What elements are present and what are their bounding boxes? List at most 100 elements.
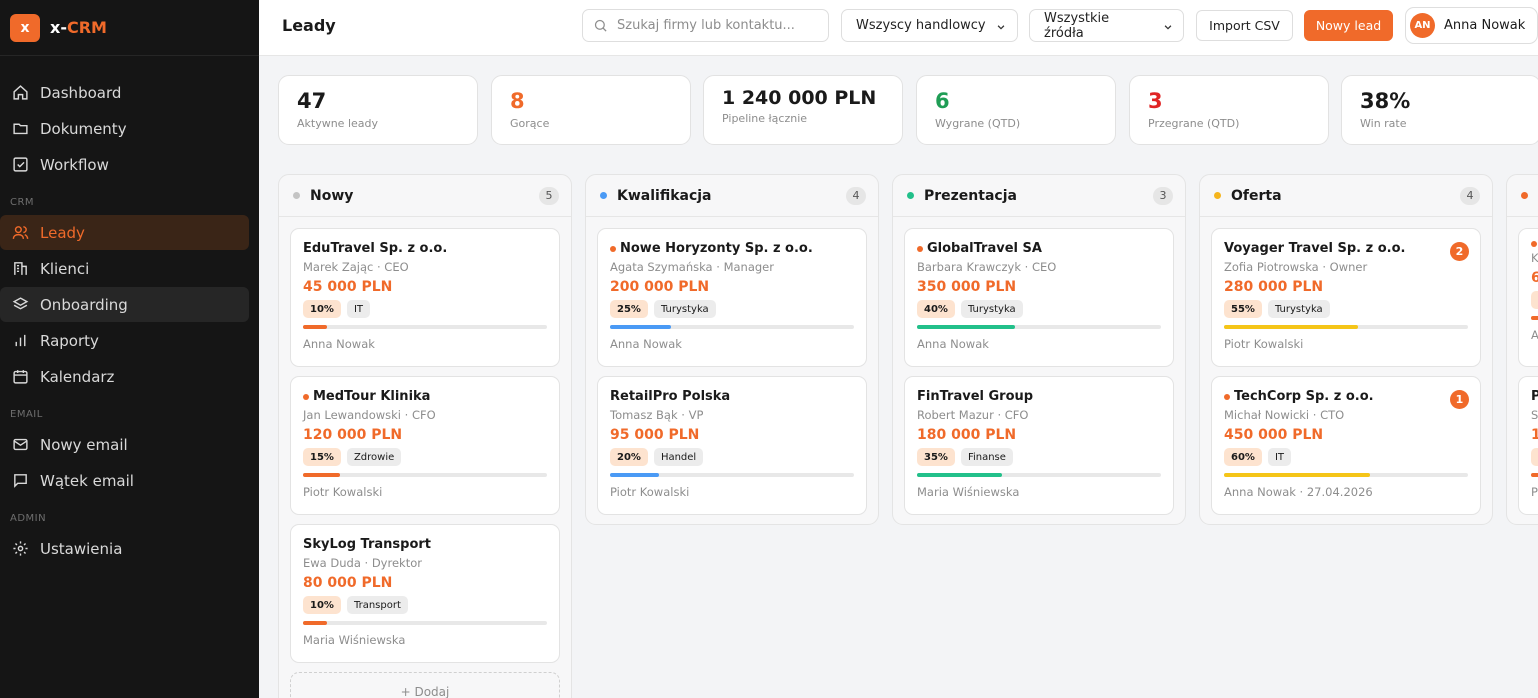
user-name: Anna Nowak xyxy=(1444,18,1526,33)
sidebar-item-label: Wątek email xyxy=(40,471,134,490)
sidebar-item-klienci[interactable]: Klienci xyxy=(10,251,249,286)
hot-indicator xyxy=(1224,393,1230,400)
status-dot xyxy=(1521,192,1528,199)
sidebar-item-label: Dashboard xyxy=(40,83,122,102)
column-count-badge: 3 xyxy=(1153,186,1173,205)
lead-owner: Anna Nowak xyxy=(303,337,375,351)
lead-card[interactable]: GlobalTravel SA Barbara Krawczyk · CEO 3… xyxy=(904,228,1174,367)
probability-tag: 25% xyxy=(610,300,648,318)
home-icon xyxy=(10,83,30,103)
lead-contact: K xyxy=(1531,251,1538,265)
lead-tags: 10% Transport xyxy=(303,596,547,614)
lead-company-name: TechCorp Sp. z o.o. xyxy=(1234,389,1374,404)
lead-contact: Tomasz Bąk · VP xyxy=(610,408,704,422)
probability-tag: 15% xyxy=(303,448,341,466)
lead-company: EduTravel Sp. z o.o. xyxy=(303,241,547,256)
lead-card[interactable]: FinTravel Group Robert Mazur · CFO 180 0… xyxy=(904,376,1174,515)
import-csv-button[interactable]: Import CSV xyxy=(1196,10,1293,41)
notification-badge: 2 xyxy=(1450,242,1469,261)
lead-card[interactable]: EduTravel Sp. z o.o. Marek Zając · CEO 4… xyxy=(290,228,560,367)
stat-value: 8 xyxy=(510,89,525,113)
probability-bar-fill xyxy=(303,325,328,329)
hot-indicator xyxy=(303,393,309,400)
category-tag: Zdrowie xyxy=(346,448,402,466)
lead-company: GlobalTravel SA xyxy=(917,241,1161,256)
probability-bar-fill xyxy=(1224,473,1371,477)
sidebar-item-label: Nowy email xyxy=(40,435,128,454)
column-body: Voyager Travel Sp. z o.o. Zofia Piotrows… xyxy=(1200,217,1492,515)
notification-badge: 1 xyxy=(1450,390,1469,409)
sidebar-item-leady[interactable]: Leady xyxy=(0,215,249,250)
brand-logo: x xyxy=(10,13,40,42)
lead-contact: Agata Szymańska · Manager xyxy=(610,260,774,274)
stats-row: 47 Aktywne leady 8 Gorące 1 240 000 PLN … xyxy=(278,75,1538,145)
lead-tags: 25% Turystyka xyxy=(610,300,854,318)
lead-tags xyxy=(1531,448,1538,466)
lead-owner: Anna Nowak · 27.04.2026 xyxy=(1224,485,1373,499)
gear-icon xyxy=(10,539,30,559)
lead-card[interactable]: Voyager Travel Sp. z o.o. Zofia Piotrows… xyxy=(1211,228,1481,367)
lead-owner: Piotr Kowalski xyxy=(1224,337,1304,351)
probability-bar xyxy=(1531,473,1538,477)
calendar-icon xyxy=(10,367,30,387)
new-lead-button[interactable]: Nowy lead xyxy=(1304,10,1393,41)
avatar: AN xyxy=(1410,13,1435,38)
column-header xyxy=(1507,175,1538,217)
sidebar-item-dashboard[interactable]: Dashboard xyxy=(10,75,249,110)
stat-label: Wygrane (QTD) xyxy=(935,117,1021,130)
sidebar-item-kalendarz[interactable]: Kalendarz xyxy=(10,359,249,394)
sidebar-item-workflow[interactable]: Workflow xyxy=(10,147,249,182)
lead-tags: 60% IT xyxy=(1224,448,1468,466)
lead-owner: Anna Nowak xyxy=(610,337,682,351)
lead-value: 450 000 PLN xyxy=(1224,427,1324,443)
sales-filter-select[interactable]: Wszyscy handlowcy xyxy=(841,9,1018,42)
probability-bar xyxy=(1224,325,1468,329)
lead-contact: S xyxy=(1531,408,1538,422)
sidebar-item-watek-email[interactable]: Wątek email xyxy=(10,463,249,498)
lead-value: 350 000 PLN xyxy=(917,279,1017,295)
stat-value: 3 xyxy=(1148,89,1163,113)
lead-value: 6 xyxy=(1531,270,1538,286)
lead-company-name: GlobalTravel SA xyxy=(927,241,1042,256)
brand[interactable]: x x-CRM xyxy=(0,0,259,56)
sidebar-item-nowy-email[interactable]: Nowy email xyxy=(10,427,249,462)
sidebar-section-email: EMAIL xyxy=(10,409,43,420)
stat-label: Win rate xyxy=(1360,117,1407,130)
column-header: Nowy 5 xyxy=(279,175,571,217)
lead-card[interactable]: K 6 A xyxy=(1518,228,1538,367)
status-dot xyxy=(907,192,914,199)
lead-value: 45 000 PLN xyxy=(303,279,393,295)
source-filter-select[interactable]: Wszystkie źródła xyxy=(1029,9,1184,42)
lead-card[interactable]: Nowe Horyzonty Sp. z o.o. Agata Szymańsk… xyxy=(597,228,867,367)
lead-contact: Ewa Duda · Dyrektor xyxy=(303,556,422,570)
lead-contact: Barbara Krawczyk · CEO xyxy=(917,260,1057,274)
stat-label: Gorące xyxy=(510,117,550,130)
lead-value: 95 000 PLN xyxy=(610,427,700,443)
lead-owner: P xyxy=(1531,485,1538,499)
lead-company: TechCorp Sp. z o.o. xyxy=(1224,389,1468,404)
search-input[interactable]: Szukaj firmy lub kontaktu... xyxy=(582,9,829,42)
probability-bar xyxy=(1224,473,1468,477)
lead-tags: 35% Finanse xyxy=(917,448,1161,466)
lead-card[interactable]: SkyLog Transport Ewa Duda · Dyrektor 80 … xyxy=(290,524,560,663)
lead-value: 120 000 PLN xyxy=(303,427,403,443)
column-oferta: Oferta 4 Voyager Travel Sp. z o.o. Zofia… xyxy=(1199,174,1493,525)
lead-company-name: EduTravel Sp. z o.o. xyxy=(303,241,448,256)
sidebar-item-ustawienia[interactable]: Ustawienia xyxy=(10,531,249,566)
lead-company: SkyLog Transport xyxy=(303,537,547,552)
lead-card[interactable]: P S 1 P xyxy=(1518,376,1538,515)
column-header: Prezentacja 3 xyxy=(893,175,1185,217)
status-dot xyxy=(293,192,300,199)
sidebar-item-dokumenty[interactable]: Dokumenty xyxy=(10,111,249,146)
chevron-down-icon xyxy=(1163,21,1173,31)
column-header: Oferta 4 xyxy=(1200,175,1492,217)
lead-card[interactable]: RetailPro Polska Tomasz Bąk · VP 95 000 … xyxy=(597,376,867,515)
user-menu[interactable]: AN Anna Nowak xyxy=(1405,7,1538,44)
sidebar-item-onboarding[interactable]: Onboarding xyxy=(0,287,249,322)
sidebar-item-raporty[interactable]: Raporty xyxy=(10,323,249,358)
add-lead-button[interactable]: + Dodaj xyxy=(290,672,560,698)
lead-card[interactable]: TechCorp Sp. z o.o. Michał Nowicki · CTO… xyxy=(1211,376,1481,515)
lead-card[interactable]: MedTour Klinika Jan Lewandowski · CFO 12… xyxy=(290,376,560,515)
category-tag: Turystyka xyxy=(1267,300,1330,318)
lead-value: 200 000 PLN xyxy=(610,279,710,295)
